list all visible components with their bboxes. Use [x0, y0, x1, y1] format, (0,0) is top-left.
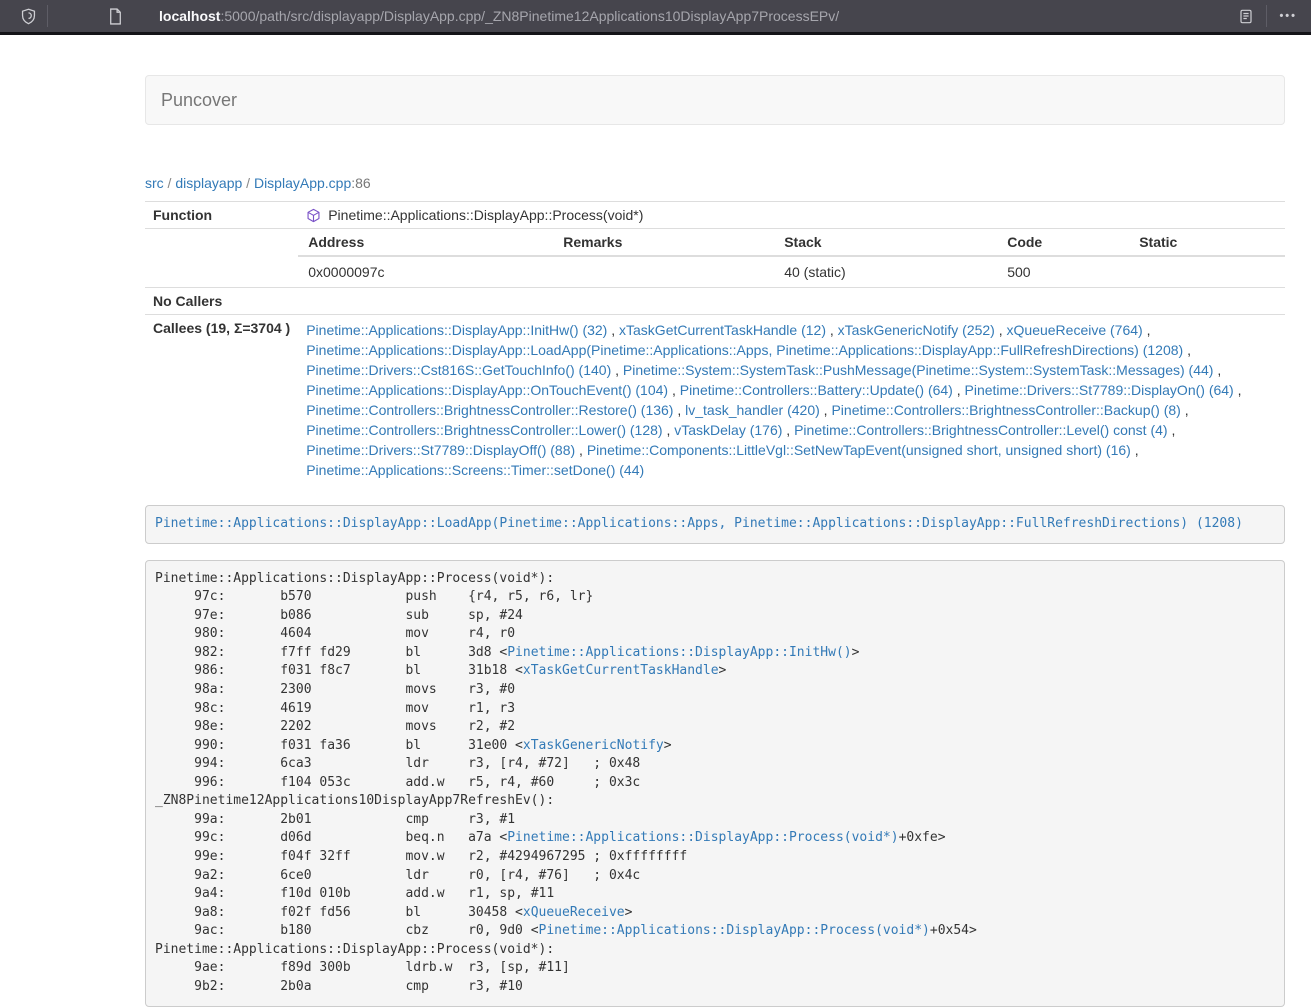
callee-link[interactable]: vTaskDelay (176) — [674, 422, 782, 438]
no-callers-row: No Callers — [145, 288, 1285, 315]
callee-link[interactable]: xQueueReceive (764) — [1007, 322, 1143, 338]
function-row: Function Pinetime::Applications::Display… — [145, 202, 1285, 229]
url-host: localhost — [159, 8, 220, 24]
static-value — [1129, 256, 1285, 287]
urlbar-divider — [47, 5, 48, 27]
no-callers-label: No Callers — [145, 288, 298, 315]
col-code: Code — [997, 229, 1129, 256]
symbol-link[interactable]: xQueueReceive — [523, 905, 625, 920]
table-row: 0x0000097c 40 (static) 500 — [298, 256, 1285, 287]
navbar: Puncover — [145, 75, 1285, 125]
stack-value: 40 (static) — [774, 256, 997, 287]
callee-link[interactable]: Pinetime::Drivers::St7789::DisplayOff() … — [306, 442, 575, 458]
code-value: 500 — [997, 256, 1129, 287]
breadcrumb-line-number: :86 — [351, 175, 370, 191]
col-address: Address — [298, 229, 553, 256]
callee-link[interactable]: Pinetime::Applications::DisplayApp::Load… — [306, 342, 1183, 358]
url-path: :5000/path/src/displayapp/DisplayApp.cpp… — [220, 8, 839, 24]
cube-icon — [306, 208, 321, 223]
callee-link[interactable]: Pinetime::Controllers::BrightnessControl… — [306, 422, 662, 438]
breadcrumb-separator: / — [242, 175, 254, 191]
callee-link[interactable]: Pinetime::Applications::DisplayApp::Init… — [306, 322, 607, 338]
symbol-link[interactable]: Pinetime::Applications::DisplayApp::Proc… — [507, 830, 898, 845]
callee-link[interactable]: Pinetime::System::SystemTask::PushMessag… — [623, 362, 1214, 378]
breadcrumb-link-displayapp[interactable]: displayapp — [175, 175, 242, 191]
url-text[interactable]: localhost:5000/path/src/displayapp/Displ… — [159, 8, 839, 24]
callee-link[interactable]: lv_task_handler (420) — [685, 402, 820, 418]
callee-link[interactable]: Pinetime::Controllers::BrightnessControl… — [306, 402, 673, 418]
col-remarks: Remarks — [553, 229, 774, 256]
callee-link[interactable]: Pinetime::Controllers::BrightnessControl… — [794, 422, 1167, 438]
symbol-stats-row: Address Remarks Stack Code Static 0x0000… — [145, 229, 1285, 288]
callees-row: Callees (19, Σ=3704 ) Pinetime::Applicat… — [145, 315, 1285, 486]
callee-link[interactable]: xTaskGetCurrentTaskHandle (12) — [619, 322, 826, 338]
remarks-value — [553, 256, 774, 287]
breadcrumb: src / displayapp / DisplayApp.cpp:86 — [145, 175, 1285, 191]
function-name-cell: Pinetime::Applications::DisplayApp::Proc… — [298, 202, 1285, 229]
col-static: Static — [1129, 229, 1285, 256]
assembly-listing: Pinetime::Applications::DisplayApp::Proc… — [145, 560, 1285, 1007]
col-stack: Stack — [774, 229, 997, 256]
breadcrumb-link-DisplayApp.cpp[interactable]: DisplayApp.cpp — [254, 175, 351, 191]
callee-link[interactable]: Pinetime::Controllers::Battery::Update()… — [680, 382, 953, 398]
browser-url-bar[interactable]: localhost:5000/path/src/displayapp/Displ… — [0, 0, 1311, 35]
empty-label — [145, 229, 298, 288]
reader-view-icon[interactable] — [1238, 8, 1254, 25]
page-container: Puncover src / displayapp / DisplayApp.c… — [145, 75, 1285, 1007]
loadapp-link[interactable]: Pinetime::Applications::DisplayApp::Load… — [155, 516, 1243, 531]
callee-link[interactable]: xTaskGenericNotify (252) — [838, 322, 995, 338]
breadcrumb-link-src[interactable]: src — [145, 175, 164, 191]
callee-link[interactable]: Pinetime::Drivers::St7789::DisplayOn() (… — [965, 382, 1234, 398]
menu-dots-icon[interactable]: ••• — [1279, 10, 1297, 22]
address-value: 0x0000097c — [298, 256, 553, 287]
callees-label: Callees (19, Σ=3704 ) — [145, 315, 298, 486]
function-label: Function — [145, 202, 298, 229]
shield-icon[interactable] — [20, 8, 37, 25]
no-callers-cell — [298, 288, 1285, 315]
urlbar-divider — [1266, 5, 1267, 27]
callee-link[interactable]: Pinetime::Applications::Screens::Timer::… — [306, 462, 644, 478]
breadcrumb-separator: / — [164, 175, 176, 191]
symbol-stats-table: Address Remarks Stack Code Static 0x0000… — [298, 229, 1285, 287]
callees-list: Pinetime::Applications::DisplayApp::Init… — [298, 315, 1285, 486]
symbol-link[interactable]: Pinetime::Applications::DisplayApp::Proc… — [539, 923, 930, 938]
symbol-link[interactable]: xTaskGenericNotify — [523, 738, 664, 753]
loadapp-snippet: Pinetime::Applications::DisplayApp::Load… — [145, 505, 1285, 544]
symbol-link[interactable]: xTaskGetCurrentTaskHandle — [523, 663, 719, 678]
symbol-link[interactable]: Pinetime::Applications::DisplayApp::Init… — [507, 645, 851, 660]
symbol-table: Function Pinetime::Applications::Display… — [145, 201, 1285, 485]
callee-link[interactable]: Pinetime::Controllers::BrightnessControl… — [831, 402, 1180, 418]
callee-link[interactable]: Pinetime::Components::LittleVgl::SetNewT… — [587, 442, 1131, 458]
callee-link[interactable]: Pinetime::Applications::DisplayApp::OnTo… — [306, 382, 668, 398]
brand-link[interactable]: Puncover — [161, 90, 237, 110]
function-name: Pinetime::Applications::DisplayApp::Proc… — [328, 207, 643, 223]
callee-link[interactable]: Pinetime::Drivers::Cst816S::GetTouchInfo… — [306, 362, 611, 378]
page-icon[interactable] — [108, 8, 123, 25]
